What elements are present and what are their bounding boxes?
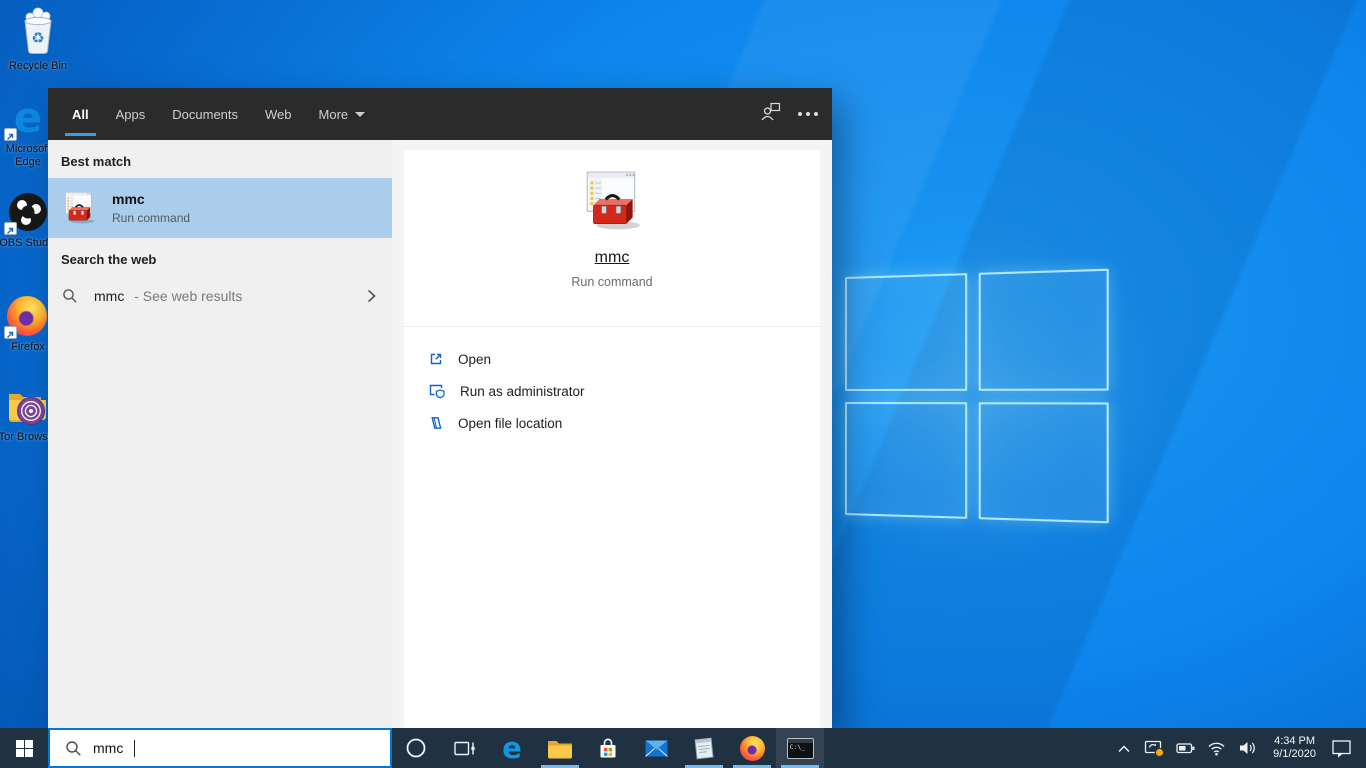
- power-icon[interactable]: [1173, 734, 1198, 762]
- obs-studio-icon: [4, 192, 49, 235]
- wifi-icon[interactable]: [1204, 734, 1229, 762]
- action-open-label: Open: [458, 351, 492, 367]
- action-open-file-location[interactable]: Open file location: [404, 407, 820, 439]
- tab-web[interactable]: Web: [265, 88, 292, 140]
- taskbar-search-input[interactable]: mmc: [48, 728, 392, 768]
- shortcut-arrow-icon: [4, 222, 17, 235]
- windows-logo-pane: [845, 401, 967, 519]
- action-run-as-administrator-label: Run as administrator: [460, 383, 585, 399]
- run-as-admin-shield-icon: [429, 384, 445, 398]
- tab-apps[interactable]: Apps: [116, 88, 146, 140]
- cortana-icon: [406, 738, 426, 758]
- start-button[interactable]: [0, 728, 48, 768]
- task-view-button[interactable]: [440, 728, 488, 768]
- search-results-list: Best match mmc Run command Search the we…: [48, 140, 392, 728]
- clock-time: 4:34 PM: [1274, 734, 1316, 747]
- tab-apps-label: Apps: [115, 106, 146, 122]
- web-search-result[interactable]: mmc - See web results: [48, 276, 392, 316]
- store-icon: [600, 738, 616, 758]
- search-icon: [63, 289, 77, 303]
- task-view-icon: [453, 741, 475, 755]
- clock-date: 9/1/2020: [1273, 748, 1316, 760]
- preview-subtitle: Run command: [571, 275, 653, 289]
- web-search-query: mmc: [94, 288, 125, 304]
- search-the-web-section-label: Search the web: [61, 252, 157, 267]
- chevron-right-icon[interactable]: [367, 289, 376, 303]
- best-match-result-mmc[interactable]: mmc Run command: [48, 178, 392, 238]
- windows-logo-pane: [845, 273, 967, 391]
- svg-text:♻: ♻: [31, 30, 44, 47]
- taskbar-notepad-button[interactable]: [680, 728, 728, 768]
- open-file-location-icon: [431, 417, 442, 429]
- open-icon: [430, 353, 442, 365]
- best-match-title: mmc: [112, 191, 145, 207]
- file-explorer-icon: [548, 740, 572, 758]
- tab-all-label: All: [72, 106, 89, 122]
- ellipsis-icon[interactable]: [806, 112, 810, 116]
- edge-icon: e: [502, 730, 522, 765]
- command-prompt-icon: C:\_: [786, 737, 814, 759]
- web-search-suffix: - See web results: [134, 288, 243, 304]
- tab-documents[interactable]: Documents: [172, 88, 238, 140]
- shortcut-arrow-icon: [4, 326, 17, 339]
- taskbar-file-explorer-button[interactable]: [536, 728, 584, 768]
- tab-more[interactable]: More: [319, 88, 366, 140]
- taskbar: mmc e C:\_ 4:34 PM 9/1/2020: [0, 728, 1366, 768]
- tab-more-label: More: [318, 106, 349, 122]
- taskbar-command-prompt-button[interactable]: C:\_: [776, 728, 824, 768]
- result-preview-pane: mmc Run command Open Run as administrato…: [392, 140, 832, 728]
- tab-web-label: Web: [265, 106, 292, 122]
- search-icon: [66, 740, 81, 756]
- notepad-icon: [694, 737, 714, 760]
- windows-logo: [845, 268, 1109, 524]
- mmc-toolbox-icon-large: [586, 171, 640, 230]
- taskbar-store-button[interactable]: [584, 728, 632, 768]
- tor-browser-icon: [7, 386, 49, 428]
- windows-logo-pane: [978, 268, 1109, 391]
- preview-actions: Open Run as administrator Open file loca…: [404, 343, 820, 439]
- search-filter-tabs: All Apps Documents Web More: [65, 88, 366, 140]
- best-match-subtitle: Run command: [112, 211, 191, 225]
- shortcut-arrow-icon: [4, 128, 17, 141]
- desktop-icon-recycle-bin[interactable]: ♻ Recycle Bin: [6, 5, 70, 73]
- volume-icon[interactable]: [1235, 734, 1260, 762]
- best-match-section-label: Best match: [61, 154, 132, 169]
- firefox-icon: [739, 735, 765, 761]
- tray-chevron-icon[interactable]: [1111, 734, 1136, 762]
- tab-all[interactable]: All: [65, 88, 96, 140]
- taskbar-mail-button[interactable]: [632, 728, 680, 768]
- action-run-as-administrator[interactable]: Run as administrator: [404, 375, 820, 407]
- mail-icon: [644, 740, 668, 757]
- windows-start-icon: [15, 739, 33, 757]
- action-center-icon[interactable]: [1329, 734, 1354, 762]
- tab-documents-label: Documents: [172, 106, 239, 122]
- search-input-value: mmc: [93, 740, 124, 756]
- cortana-button[interactable]: [392, 728, 440, 768]
- preview-card: mmc Run command Open Run as administrato…: [404, 150, 820, 728]
- account-icon[interactable]: [760, 102, 782, 127]
- preview-title-link[interactable]: mmc: [595, 249, 630, 267]
- firefox-icon: [4, 296, 49, 339]
- preview-divider: [404, 326, 820, 327]
- recycle-bin-icon: ♻: [15, 5, 61, 57]
- system-tray: 4:34 PM 9/1/2020: [1111, 734, 1366, 762]
- text-caret: [134, 739, 136, 757]
- chevron-down-icon: [355, 111, 366, 117]
- taskbar-edge-button[interactable]: e: [488, 728, 536, 768]
- windows-logo-pane: [978, 401, 1109, 524]
- taskbar-clock[interactable]: 4:34 PM 9/1/2020: [1273, 735, 1316, 762]
- edge-icon: e: [4, 97, 49, 141]
- action-open[interactable]: Open: [404, 343, 820, 375]
- desktop-icon-label: Recycle Bin: [8, 60, 68, 72]
- start-search-panel: All Apps Documents Web More Best match m…: [48, 88, 832, 728]
- taskbar-firefox-button[interactable]: [728, 728, 776, 768]
- display-status-icon[interactable]: [1142, 734, 1167, 762]
- action-open-file-location-label: Open file location: [458, 415, 563, 431]
- search-panel-header: All Apps Documents Web More: [48, 88, 832, 140]
- mmc-toolbox-icon: [65, 191, 95, 224]
